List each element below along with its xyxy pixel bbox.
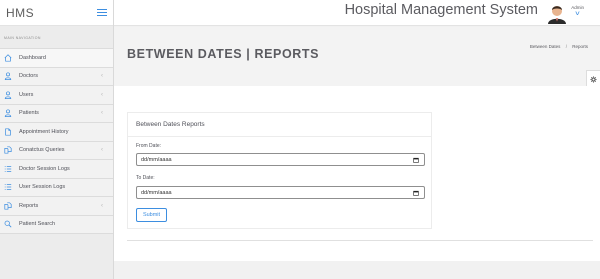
sidebar-item-label: Users [19,91,34,98]
calendar-icon[interactable] [413,157,419,163]
chevron-left-icon: ‹ [101,147,103,154]
to-date-label: To Date: [136,175,155,181]
user-icon [4,109,12,118]
breadcrumb-item-reports[interactable]: Reports [572,44,588,49]
chevron-down-icon[interactable]: v [575,11,579,17]
files-icon [4,146,12,154]
sidebar: HMS MAIN NAVIGATION Dashboard Doctors ‹ … [0,0,114,279]
brand-bar: HMS [0,0,113,26]
sidebar-item-label: Doctor Session Logs [19,165,70,172]
brand-logo[interactable]: HMS [6,6,34,20]
breadcrumb-separator: / [565,44,567,49]
sidebar-item-doctors[interactable]: Doctors ‹ [0,67,113,86]
sidebar-item-label: Patient Search [19,221,56,228]
sidebar-item-label: Appointment History [19,128,69,135]
sidebar-item-label: User Session Logs [19,184,66,191]
sidebar-item-contactus-queries[interactable]: Conatctus Queries ‹ [0,141,113,160]
breadcrumb-item-between-dates[interactable]: Between Dates [530,44,561,49]
panel-title: Between Dates Reports [136,121,205,128]
home-icon [4,54,12,62]
chevron-left-icon: ‹ [101,73,103,80]
chevron-left-icon: ‹ [101,91,103,98]
app-title: Hospital Management System [344,2,538,18]
calendar-icon[interactable] [413,190,419,196]
sidebar-item-label: Conatctus Queries [19,147,65,154]
sidebar-item-doctor-session-logs[interactable]: Doctor Session Logs [0,160,113,179]
sidebar-item-label: Dashboard [19,54,46,61]
avatar[interactable] [547,2,567,24]
sidebar-item-appointment-history[interactable]: Appointment History [0,123,113,142]
chevron-left-icon: ‹ [101,110,103,117]
user-icon [4,91,12,99]
sidebar-item-patients[interactable]: Patients ‹ [0,104,113,123]
breadcrumb: Between Dates / Reports [530,44,588,49]
page-title: BETWEEN DATES | REPORTS [127,47,320,61]
files-icon [4,202,12,210]
from-date-field[interactable]: dd/mm/aaaa [136,153,425,166]
report-form-panel: Between Dates Reports From Date: dd/mm/a… [127,112,432,229]
content-divider [127,240,593,241]
from-date-label: From Date: [136,143,162,149]
file-icon [4,128,12,136]
nav-heading: MAIN NAVIGATION [4,36,41,40]
page-title-band: BETWEEN DATES | REPORTS Between Dates / … [114,27,600,86]
sidebar-item-reports[interactable]: Reports ‹ [0,197,113,216]
sidebar-item-label: Patients [19,110,39,117]
sidebar-item-users[interactable]: Users ‹ [0,86,113,105]
nav-list: Dashboard Doctors ‹ Users ‹ Patients ‹ A… [0,48,113,234]
footer-strip [114,261,600,279]
hamburger-menu-icon[interactable] [97,8,107,17]
sidebar-item-dashboard[interactable]: Dashboard [0,49,113,68]
user-icon [4,72,12,81]
list-icon [4,165,12,173]
to-date-field[interactable]: dd/mm/aaaa [136,186,425,199]
sidebar-item-label: Reports [19,202,39,209]
chevron-left-icon: ‹ [101,202,103,209]
admin-label[interactable]: Admin [571,5,584,10]
sidebar-item-user-session-logs[interactable]: User Session Logs [0,178,113,197]
search-icon [4,220,12,228]
sidebar-item-patient-search[interactable]: Patient Search [0,215,113,234]
panel-divider [128,136,431,137]
top-header: Hospital Management System Admin v [114,0,600,26]
from-date-value: dd/mm/aaaa [141,157,172,163]
list-icon [4,183,12,191]
submit-button[interactable]: Submit [136,208,167,222]
to-date-value: dd/mm/aaaa [141,190,172,196]
gear-icon [590,75,597,83]
sidebar-item-label: Doctors [19,73,38,80]
